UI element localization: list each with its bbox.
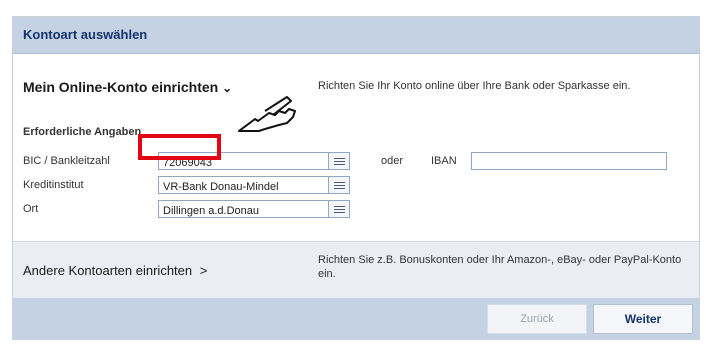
next-button[interactable]: Weiter [593, 304, 693, 334]
other-account-title[interactable]: Andere Kontoarten einrichten > [23, 263, 207, 278]
online-account-title[interactable]: Mein Online-Konto einrichten ⌄ [23, 79, 232, 95]
bank-name-input[interactable] [159, 179, 331, 195]
dialog-header: Kontoart auswählen [13, 17, 699, 54]
iban-field[interactable] [471, 152, 667, 171]
city-label: Ort [23, 203, 39, 215]
online-account-section: Mein Online-Konto einrichten ⌄ Richten S… [13, 54, 699, 240]
back-button[interactable]: Zurück [487, 304, 587, 334]
online-account-description: Richten Sie Ihr Konto online über Ihre B… [318, 80, 631, 92]
list-icon[interactable] [328, 201, 349, 217]
other-account-section[interactable]: Andere Kontoarten einrichten > Richten S… [13, 241, 699, 298]
bank-name-label: Kreditinstitut [23, 179, 84, 191]
red-highlight-box [138, 134, 221, 160]
iban-label: IBAN [431, 155, 457, 167]
other-account-description: Richten Sie z.B. Bonuskonten oder Ihr Am… [318, 254, 682, 280]
bank-name-field[interactable] [158, 176, 350, 195]
required-fields-label: Erforderliche Angaben [23, 126, 142, 138]
list-icon[interactable] [328, 153, 349, 169]
other-account-title-label: Andere Kontoarten einrichten [23, 263, 193, 278]
iban-input[interactable] [472, 155, 666, 171]
account-type-dialog: Kontoart auswählen Mein Online-Konto ein… [12, 16, 700, 340]
list-icon[interactable] [328, 177, 349, 193]
city-field[interactable] [158, 200, 350, 219]
oder-label: oder [381, 155, 404, 167]
dialog-footer: Zurück Weiter [13, 298, 699, 339]
chevron-right-icon: > [199, 263, 208, 278]
online-account-title-label: Mein Online-Konto einrichten [23, 79, 219, 95]
chevron-down-icon: ⌄ [222, 81, 233, 95]
bic-label: BIC / Bankleitzahl [23, 155, 110, 167]
dialog-title: Kontoart auswählen [23, 27, 148, 42]
city-input[interactable] [159, 203, 331, 219]
hand-pointer-icon [238, 96, 296, 132]
